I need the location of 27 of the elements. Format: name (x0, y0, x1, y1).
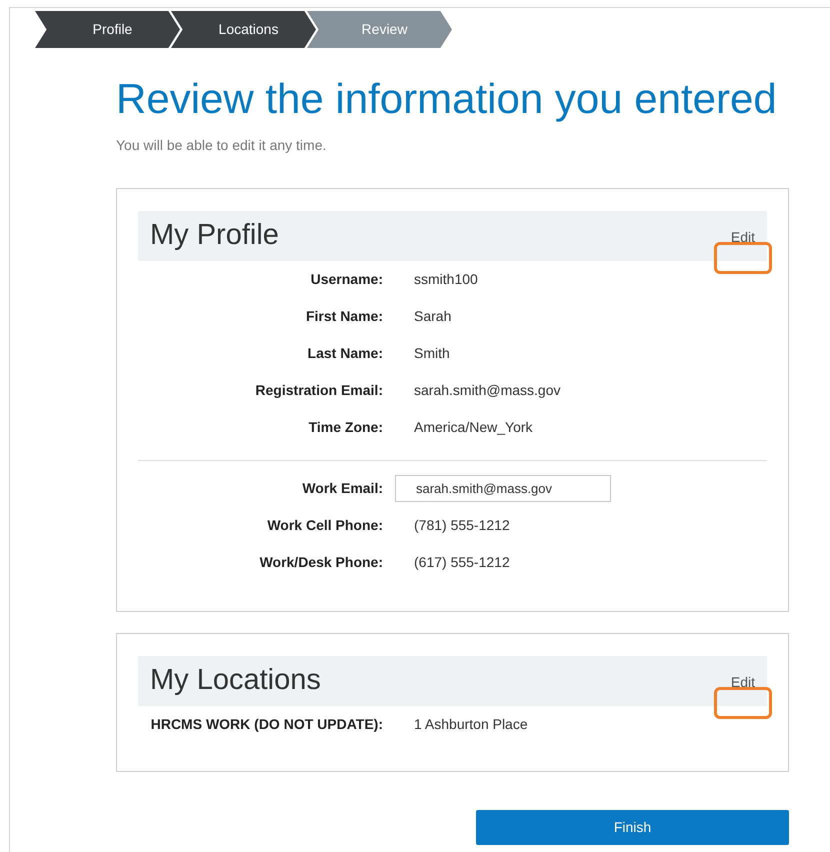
field-value: (781) 555-1212 (414, 516, 510, 535)
field-value: America/New_York (414, 418, 533, 437)
input-field[interactable]: sarah.smith@mass.gov (395, 475, 611, 502)
section-title: My Profile (150, 218, 279, 254)
edit-link[interactable]: Edit (730, 672, 755, 693)
field-label: Username: (310, 270, 383, 289)
field-label: Last Name: (306, 344, 383, 363)
field-label: Registration Email: (254, 381, 383, 400)
field-value: sarah.smith@mass.gov (414, 381, 560, 400)
field-value: 1 Ashburton Place (414, 715, 528, 734)
field-label: Work/Desk Phone: (258, 553, 383, 572)
field-label: First Name: (304, 307, 383, 326)
field-label: HRCMS WORK (DO NOT UPDATE): (150, 715, 383, 734)
finish-button[interactable]: Finish (476, 810, 789, 845)
section-title: My Locations (150, 663, 321, 698)
page-heading: Review the information you entered (116, 74, 778, 124)
field-value: ssmith100 (414, 270, 478, 289)
field-label: Time Zone: (308, 418, 383, 437)
field-label: Work Cell Phone: (266, 516, 383, 535)
field-label: Work Email: (301, 479, 383, 498)
step-tab[interactable]: Profile (35, 11, 180, 48)
step-tab[interactable]: Locations (171, 11, 316, 48)
subtitle: You will be able to edit it any time. (116, 136, 328, 155)
field-value: Sarah (414, 307, 452, 326)
field-value: Smith (414, 344, 450, 363)
field-value: (617) 555-1212 (414, 553, 510, 572)
edit-link[interactable]: Edit (730, 227, 755, 248)
